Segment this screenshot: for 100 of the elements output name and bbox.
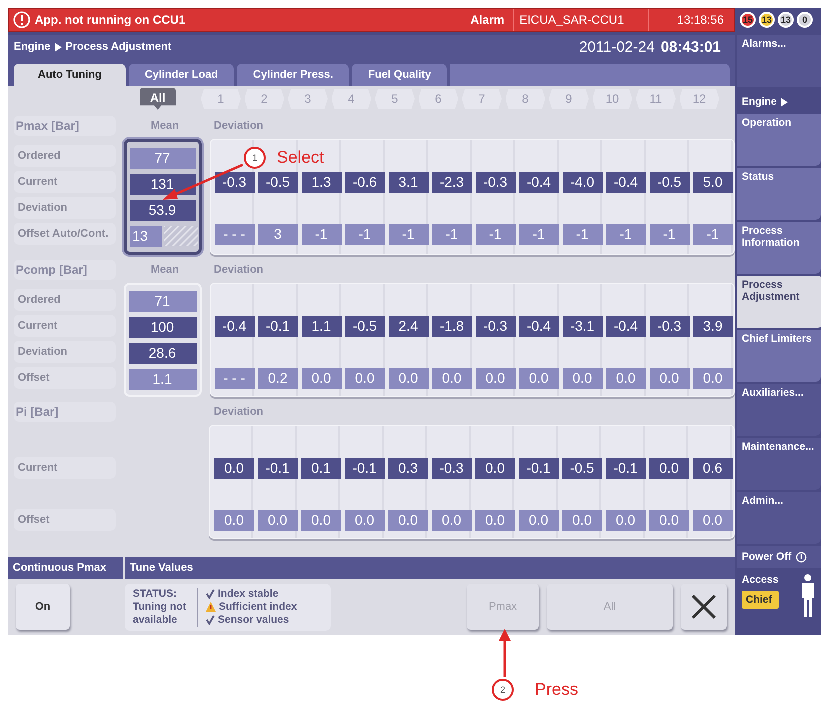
menu-item[interactable]: Process Adjustment [737,276,821,328]
alarm-counter[interactable]: 0 [797,12,813,28]
panel-title: Continuous Pmax [8,557,123,579]
offset-value[interactable]: 0.0 [562,368,602,388]
mean-panel[interactable]: 71 100 28.6 1.1 [124,283,202,397]
cylinder-number[interactable]: 9 [549,89,589,109]
cylinder-number[interactable]: 11 [636,89,676,109]
all-cylinders-button[interactable]: All [140,88,176,110]
on-button[interactable]: On [16,584,70,630]
power-icon[interactable] [796,552,807,562]
alarm-counter[interactable]: 13 [778,12,794,28]
mean-value[interactable]: 53.9 [130,200,196,220]
mean-value[interactable]: 71 [128,290,196,312]
access-role[interactable]: Chief [742,591,779,609]
offset-value[interactable]: -1 [519,224,559,244]
menu-item[interactable]: Maintenance... [737,438,821,490]
deviation-value: -0.3 [650,316,690,336]
menu-item[interactable]: Admin... [737,492,821,544]
offset-value[interactable]: 0.0 [649,510,690,530]
mean-value[interactable]: 28.6 [128,342,196,364]
cylinder-number[interactable]: 10 [592,89,632,109]
cylinder-number[interactable]: 7 [462,89,502,109]
offset-value[interactable]: 0.0 [258,510,298,530]
menu-item[interactable]: Operation [737,114,821,166]
offset-value[interactable]: 0.0 [692,510,733,530]
close-button[interactable] [681,584,727,630]
cylinder-number[interactable]: 8 [506,89,546,109]
cylinder-number[interactable]: 6 [418,89,458,109]
offset-value[interactable]: 0.0 [693,368,733,388]
offset-value[interactable]: 0.0 [432,510,472,530]
offset-value[interactable]: -1 [432,224,472,244]
menu-item[interactable]: Chief Limiters [737,330,821,382]
offset-value[interactable]: 0.0 [476,368,516,388]
status-check: Sufficient index [219,600,298,614]
deviation-value: -0.4 [519,172,559,192]
cylinder-number[interactable]: 5 [375,89,415,109]
offset-value[interactable]: 0.0 [606,368,646,388]
mean-value[interactable]: 13 [130,226,162,246]
cylinder-number[interactable]: 3 [288,89,328,109]
status-check: Index stable [218,588,279,600]
alarm-counter[interactable]: 15 [740,12,756,28]
offset-value[interactable]: 0.0 [388,510,428,530]
alarm-source: EICUA_SAR-CCU1 [512,9,650,31]
cylinder-number[interactable]: 4 [332,89,372,109]
offset-value[interactable]: 0.0 [518,510,559,530]
breadcrumb-item: Engine [14,41,51,53]
offset-value[interactable]: -1 [345,224,385,244]
deviation-value: -0.5 [650,172,690,192]
menu-item[interactable]: Status [737,168,821,220]
deviation-value: -0.3 [214,172,254,192]
deviation-value: -0.4 [606,316,646,336]
offset-value[interactable]: -1 [650,224,690,244]
alarms-button[interactable]: Alarms... [737,35,821,87]
step-marker: 2 [492,679,514,701]
mean-value[interactable]: 131 [130,174,196,194]
offset-value[interactable]: 0.0 [302,368,342,388]
alarm-label: Alarm [470,13,505,27]
offset-value[interactable]: -1 [606,224,646,244]
deviation-value: -0.1 [518,458,559,478]
offset-value[interactable]: - - - [214,368,254,388]
menu-item[interactable]: Auxiliaries... [737,384,821,436]
tab[interactable]: Cylinder Press. [237,64,350,86]
offset-value[interactable]: 0.0 [650,368,690,388]
menu-item[interactable]: Process Information [737,222,821,274]
offset-value[interactable]: -1 [302,224,342,244]
offset-value[interactable]: -1 [388,224,428,244]
cylinder-number[interactable]: 12 [680,89,720,109]
alarm-counter[interactable]: 13 [759,12,775,28]
tab[interactable]: Fuel Quality [352,64,448,86]
offset-value[interactable]: 3 [258,224,298,244]
mean-value[interactable]: 77 [130,148,196,168]
deviation-value: 0.6 [692,458,733,478]
offset-value[interactable]: 0.0 [519,368,559,388]
mean-value[interactable]: 1.1 [128,368,196,390]
date-text: 2011-02-24 [579,38,655,56]
mean-panel[interactable]: 77 131 53.9 13 [124,139,202,255]
offset-value[interactable]: 0.0 [606,510,646,530]
mean-value[interactable]: 100 [128,316,196,338]
offset-value[interactable]: 0.0 [214,510,254,530]
offset-value[interactable]: -1 [693,224,733,244]
offset-value[interactable]: 0.0 [475,510,516,530]
status-text: Tuning not available [133,600,186,626]
offset-value[interactable]: 0.0 [388,368,428,388]
deviation-value: -0.5 [562,458,602,478]
menu-group-title: Engine [742,96,778,108]
offset-value[interactable]: 0.0 [344,510,385,530]
hatched-area [164,226,198,246]
offset-value[interactable]: 0.2 [258,368,298,388]
tab[interactable]: Auto Tuning [14,64,126,86]
tab[interactable]: Cylinder Load [128,64,234,86]
cylinder-number[interactable]: 2 [244,89,284,109]
offset-value[interactable]: 0.0 [562,510,602,530]
cylinder-number[interactable]: 1 [201,89,241,109]
offset-value[interactable]: -1 [562,224,602,244]
offset-value[interactable]: 0.0 [301,510,342,530]
offset-value[interactable]: - - - [214,224,254,244]
offset-value[interactable]: -1 [476,224,516,244]
offset-value[interactable]: 0.0 [345,368,385,388]
deviation-value: 0.1 [301,458,342,478]
offset-value[interactable]: 0.0 [432,368,472,388]
